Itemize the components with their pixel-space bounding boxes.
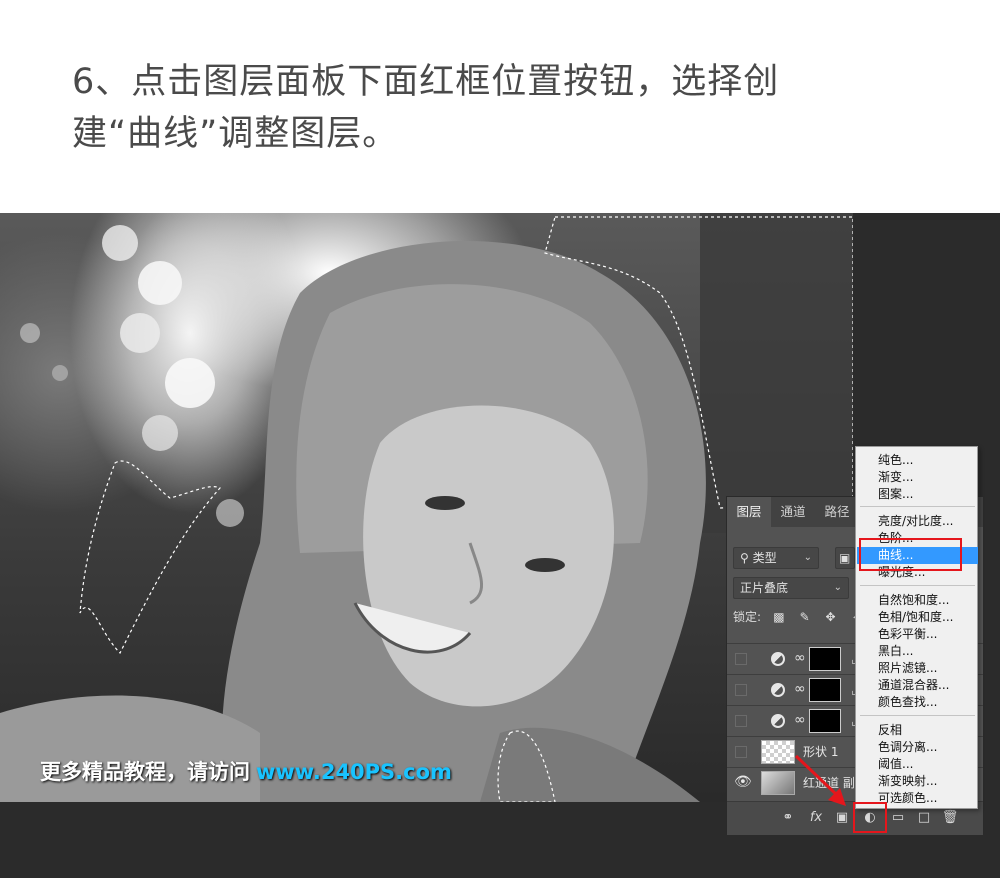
instruction-text: 6、点击图层面板下面红框位置按钮，选择创 建“曲线”调整图层。 xyxy=(72,56,872,160)
menu-separator xyxy=(860,585,975,586)
watermark-url: www.240PS.com xyxy=(256,760,452,784)
adjustment-layer-menu: 纯色... 渐变... 图案... 亮度/对比度... 色阶... 曲线... … xyxy=(855,446,978,809)
menu-item-solid-color[interactable]: 纯色... xyxy=(857,452,978,469)
chain-link-icon[interactable]: ∞ xyxy=(794,681,806,697)
chevron-down-icon: ⌄ xyxy=(833,582,842,593)
tab-channels[interactable]: 通道 xyxy=(771,497,815,527)
watermark: 更多精品教程，请访问 www.240PS.com xyxy=(40,756,452,786)
lock-brush-icon[interactable]: ✎ xyxy=(797,607,813,627)
visibility-toggle[interactable] xyxy=(735,653,747,665)
instruction-line-1: 6、点击图层面板下面红框位置按钮，选择创 xyxy=(72,62,780,102)
lock-label: 锁定: xyxy=(733,610,762,624)
menu-item-color-lookup[interactable]: 颜色查找... xyxy=(857,694,978,711)
menu-item-threshold[interactable]: 阈值... xyxy=(857,756,978,773)
menu-item-gradient-map[interactable]: 渐变映射... xyxy=(857,773,978,790)
menu-item-invert[interactable]: 反相 xyxy=(857,722,978,739)
menu-item-photo-filter[interactable]: 照片滤镜... xyxy=(857,660,978,677)
blend-mode-value: 正片叠底 xyxy=(740,581,789,595)
lock-row: 锁定: ▩ ✎ ✥ ⌖ xyxy=(733,607,864,627)
chain-link-icon[interactable]: ∞ xyxy=(794,712,806,728)
watermark-text: 更多精品教程，请访问 xyxy=(40,760,250,784)
menu-separator xyxy=(860,715,975,716)
menu-item-pattern[interactable]: 图案... xyxy=(857,486,978,503)
menu-item-color-balance[interactable]: 色彩平衡... xyxy=(857,626,978,643)
menu-item-black-white[interactable]: 黑白... xyxy=(857,643,978,660)
visibility-toggle[interactable] xyxy=(735,715,747,727)
menu-item-posterize[interactable]: 色调分离... xyxy=(857,739,978,756)
menu-separator xyxy=(860,506,975,507)
layer-filter-dropdown[interactable]: ⚲ 类型 ⌄ xyxy=(733,547,819,569)
chain-link-icon[interactable]: ∞ xyxy=(794,650,806,666)
menu-item-hue-saturation[interactable]: 色相/饱和度... xyxy=(857,609,978,626)
adjustment-layer-icon xyxy=(771,714,785,728)
lock-transparency-icon[interactable]: ▩ xyxy=(771,607,787,627)
visibility-toggle[interactable] xyxy=(735,746,747,758)
instruction-line-2: 建“曲线”调整图层。 xyxy=(72,114,399,154)
menu-item-gradient[interactable]: 渐变... xyxy=(857,469,978,486)
search-icon: ⚲ xyxy=(740,551,749,565)
new-layer-icon[interactable]: □ xyxy=(915,810,933,825)
adjustment-layer-icon xyxy=(771,652,785,666)
menu-item-vibrance[interactable]: 自然饱和度... xyxy=(857,592,978,609)
menu-item-channel-mixer[interactable]: 通道混合器... xyxy=(857,677,978,694)
image-filter-icon[interactable]: ▣ xyxy=(835,547,855,569)
lock-move-icon[interactable]: ✥ xyxy=(823,607,839,627)
menu-item-brightness-contrast[interactable]: 亮度/对比度... xyxy=(857,513,978,530)
adjustment-layer-icon xyxy=(771,683,785,697)
tab-paths[interactable]: 路径 xyxy=(815,497,859,527)
layer-mask-thumbnail[interactable] xyxy=(809,647,841,671)
chevron-down-icon: ⌄ xyxy=(803,552,812,563)
group-folder-icon[interactable]: ▭ xyxy=(889,810,907,825)
eye-icon[interactable]: 👁 xyxy=(734,774,752,790)
trash-icon[interactable]: 🗑 xyxy=(941,810,959,825)
layer-mask-thumbnail[interactable] xyxy=(809,709,841,733)
blend-mode-dropdown[interactable]: 正片叠底 ⌄ xyxy=(733,577,849,599)
red-arrow-icon xyxy=(794,754,846,806)
curves-highlight-box xyxy=(859,538,962,571)
layer-filter-label: 类型 xyxy=(752,551,777,565)
tab-layers[interactable]: 图层 xyxy=(727,497,771,527)
visibility-toggle[interactable] xyxy=(735,684,747,696)
layer-mask-thumbnail[interactable] xyxy=(809,678,841,702)
